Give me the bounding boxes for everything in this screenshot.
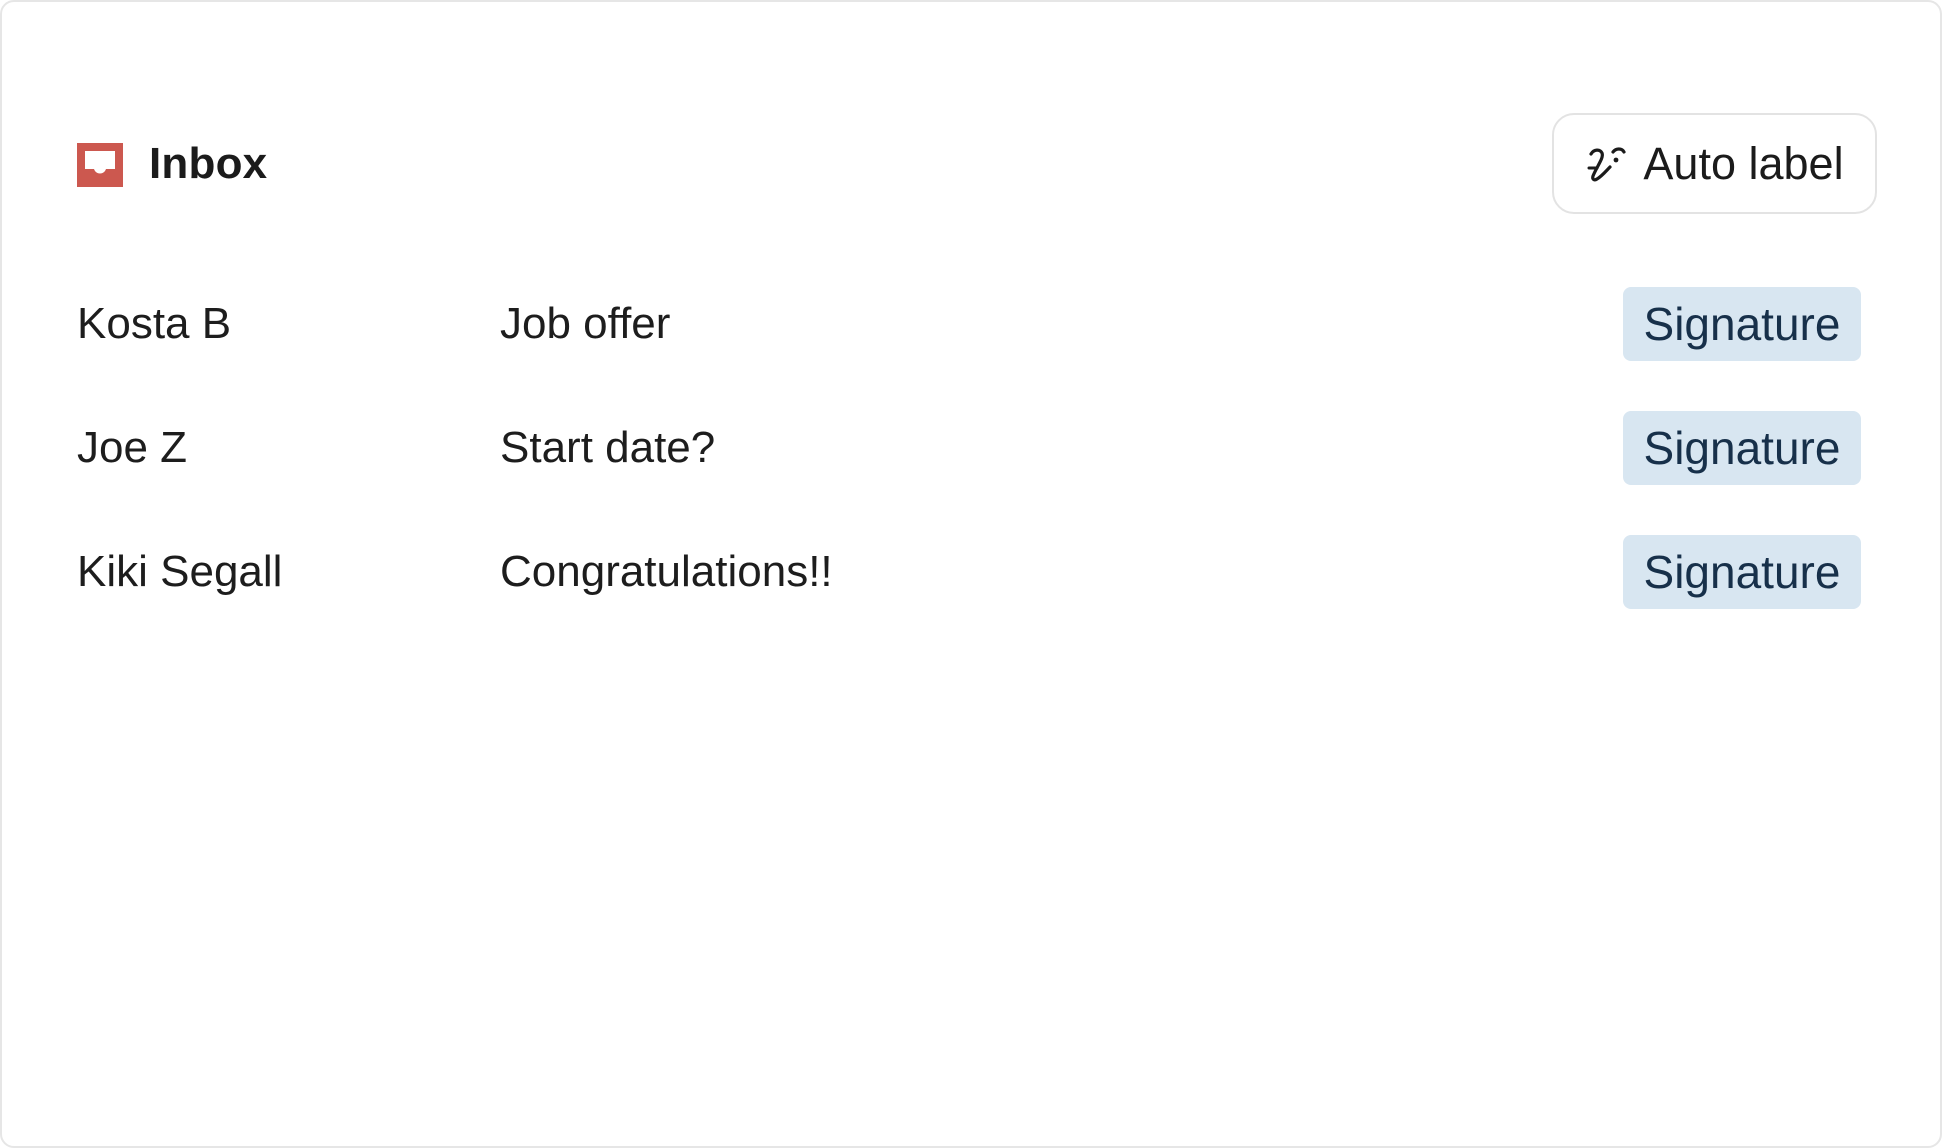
email-sender: Kiki Segall [77, 547, 283, 596]
inbox-tray-icon [75, 139, 125, 189]
email-sender: Joe Z [77, 423, 188, 472]
email-row[interactable]: Kosta B Job offer Signature [77, 287, 1861, 411]
auto-label-button[interactable]: Auto label [1552, 113, 1877, 214]
magic-wand-icon [1585, 142, 1629, 186]
auto-label-button-text: Auto label [1643, 137, 1844, 189]
email-list: Kosta B Job offer Signature Joe Z Start … [77, 287, 1861, 659]
label-badge[interactable]: Signature [1623, 411, 1861, 485]
inbox-card: Inbox Auto label Kosta B Job offer Signa… [0, 0, 1942, 1148]
email-subject: Congratulations!! [500, 547, 833, 596]
label-badge[interactable]: Signature [1623, 287, 1861, 361]
page-title: Inbox [149, 139, 268, 188]
inbox-header: Inbox Auto label [75, 113, 1877, 218]
email-row[interactable]: Joe Z Start date? Signature [77, 411, 1861, 535]
email-subject: Start date? [500, 423, 716, 472]
title-group: Inbox [75, 139, 267, 189]
email-subject: Job offer [500, 299, 671, 348]
label-badge[interactable]: Signature [1623, 535, 1861, 609]
email-row[interactable]: Kiki Segall Congratulations!! Signature [77, 535, 1861, 659]
email-sender: Kosta B [77, 299, 232, 348]
